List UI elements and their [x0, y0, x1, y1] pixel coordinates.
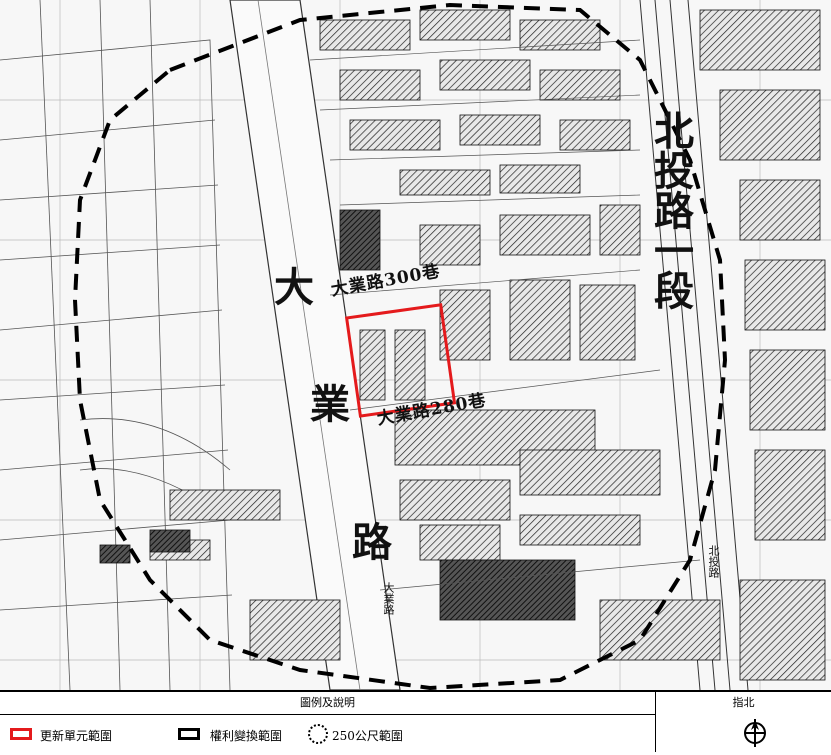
road-label-dayelu-3: 路 [352, 519, 392, 566]
map-drawing [0, 0, 831, 690]
north-arrow-icon [744, 719, 766, 747]
legend-item-rights-transfer: 權利變換範圍 [210, 729, 283, 743]
road-label-beitou-small: 北投路 [707, 545, 720, 578]
legend-row: 更新單元範圍 權利變換範圍 250公尺範圍 [0, 714, 655, 755]
black-box-icon [178, 728, 200, 740]
dotted-circle-icon [308, 724, 328, 744]
farm-parcels [0, 0, 233, 690]
red-box-icon [10, 728, 32, 740]
road-label-dayelu-small: 大業路 [382, 582, 395, 615]
legend-panel: 圖例及說明 指北 更新單元範圍 權利變換範圍 250公尺範圍 [0, 690, 831, 752]
legend-item-250m: 250公尺範圍 [332, 729, 403, 743]
legend-title: 圖例及說明 [300, 696, 355, 709]
north-title: 指北 [732, 696, 755, 709]
road-label-dayelu-1: 大 [274, 264, 314, 311]
cadastral-map: 大 業 路 大業路300巷 大業路280巷 北投路一段 北投路 大業路 [0, 0, 831, 690]
road-label-dayelu-2: 業 [310, 381, 350, 428]
road-label-beitou-sec1: 北投路一段 [647, 110, 694, 310]
legend-divider [655, 692, 656, 752]
legend-item-renewal-unit: 更新單元範圍 [40, 729, 113, 743]
